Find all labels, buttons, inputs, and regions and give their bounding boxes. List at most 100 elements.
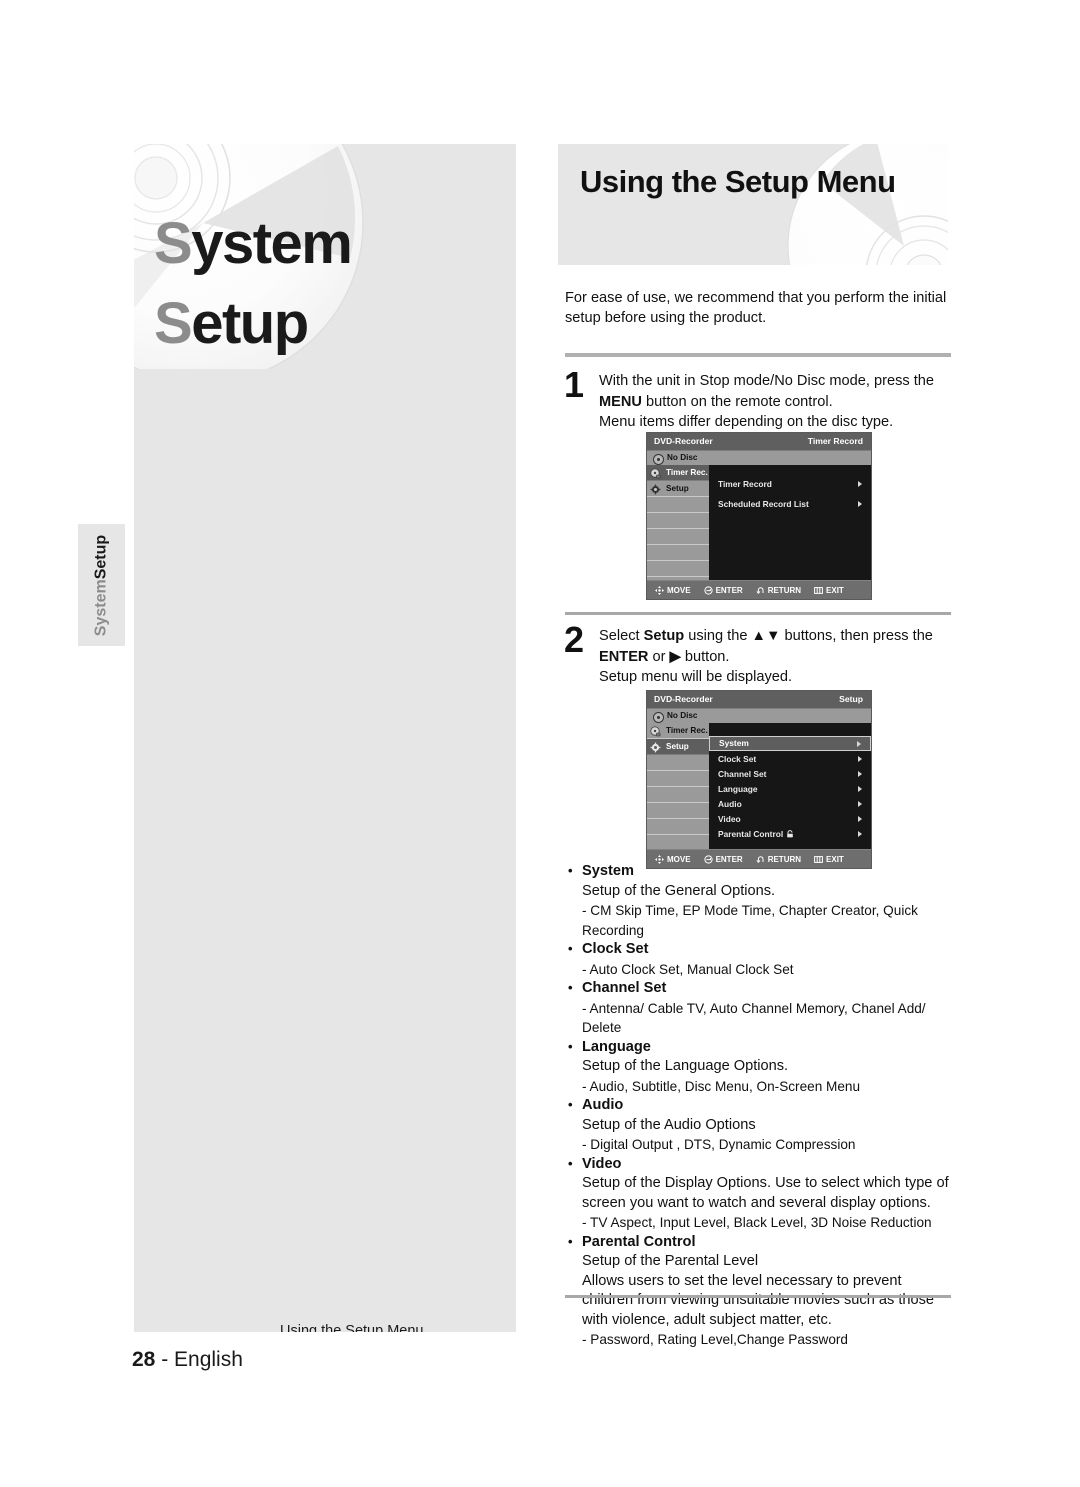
tv1-menu-list: Timer Record Scheduled Record List (709, 465, 871, 580)
step-1-line1-a: With the unit in Stop mode/No Disc mode,… (599, 373, 935, 389)
setup-option-sub-items: - CM Skip Time, EP Mode Time, Chapter Cr… (582, 903, 918, 938)
setup-option-title: Video (565, 1154, 951, 1175)
tv2-menu-item-video[interactable]: Video (709, 812, 871, 826)
step-1-number: 1 (564, 364, 585, 405)
tv2-menu-label: System (719, 738, 749, 748)
hint-move: MOVE (655, 585, 691, 595)
setup-option-video: VideoSetup of the Display Options. Use t… (565, 1154, 951, 1233)
tv2-sidebar-blank (647, 755, 709, 771)
tv2-disc-status-bar: No Disc (647, 708, 871, 723)
tv1-sidebar: Timer Rec. Setup (647, 465, 709, 580)
enter-icon (703, 585, 713, 595)
tv1-sidebar-item-timer-rec[interactable]: Timer Rec. (647, 465, 709, 481)
step-2-number: 2 (564, 619, 585, 660)
chevron-right-icon (857, 741, 861, 747)
tv1-sidebar-item-setup[interactable]: Setup (647, 481, 709, 497)
tv1-sidebar-blank (647, 561, 709, 577)
hint-move-label: MOVE (667, 585, 691, 595)
toc-entry[interactable]: Using the Setup Menu....................… (280, 1318, 516, 1332)
chevron-right-icon (858, 801, 862, 807)
setup-option-title: System (565, 861, 951, 882)
tv2-disc-status-label: No Disc (667, 711, 698, 720)
tv2-sidebar: Timer Rec. Setup (647, 723, 709, 849)
tv1-menu-item-timer-record[interactable]: Timer Record (709, 477, 871, 491)
tv2-menu-item-audio[interactable]: Audio (709, 797, 871, 811)
return-arrow-icon (756, 586, 765, 595)
tv1-sidebar-label: Timer Rec. (666, 468, 708, 477)
tv1-menu-item-scheduled-record-list[interactable]: Scheduled Record List (709, 497, 871, 511)
lock-icon (787, 830, 793, 838)
toc-entry-label: Using the Setup Menu (280, 1323, 424, 1332)
setup-option-title: Language (565, 1037, 951, 1058)
setup-option-description: Setup of the Parental Level (582, 1253, 759, 1269)
tv2-sidebar-blank (647, 819, 709, 835)
tv2-menu-label: Channel Set (718, 769, 767, 779)
disc-icon (653, 712, 664, 723)
chevron-right-icon (858, 816, 862, 822)
chevron-right-icon (858, 786, 862, 792)
tv2-sidebar-blank (647, 771, 709, 787)
chevron-right-icon (858, 501, 862, 507)
step-1-text: With the unit in Stop mode/No Disc mode,… (599, 371, 948, 433)
setup-option-title: Channel Set (565, 978, 951, 999)
tv2-menu-item-language[interactable]: Language (709, 782, 871, 796)
hint-return: RETURN (756, 586, 801, 595)
chevron-right-icon (858, 481, 862, 487)
right-arrow-icon: ▶ (669, 648, 681, 665)
step-2-line1-g: or (648, 648, 670, 665)
tv-screen-setup-menu: DVD-Recorder Setup No Disc Timer Rec. Se… (646, 690, 872, 869)
setup-option-sub-items: - TV Aspect, Input Level, Black Level, 3… (582, 1215, 932, 1230)
tv2-menu-list: System Clock Set Channel Set Language Audio V… (709, 723, 871, 849)
tv2-sidebar-label: Timer Rec. (666, 726, 708, 735)
tv2-brand-label: DVD-Recorder (654, 694, 713, 704)
tv1-sidebar-blank (647, 545, 709, 561)
setup-option-description: Setup of the Audio Options (582, 1116, 756, 1133)
footer-dash: - (155, 1348, 175, 1371)
tv2-menu-item-parental-control[interactable]: Parental Control (709, 827, 871, 841)
setup-option-sub-items: - Password, Rating Level,Change Password (582, 1332, 848, 1347)
tv1-disc-status-label: No Disc (667, 453, 698, 462)
table-of-contents: Using the Setup Menu....................… (280, 1318, 516, 1332)
tv1-mode-label: Timer Record (807, 436, 863, 446)
tv1-sidebar-blank (647, 529, 709, 545)
tv2-sidebar-item-timer-rec[interactable]: Timer Rec. (647, 723, 709, 739)
tv-screen-timer-record: DVD-Recorder Timer Record No Disc Timer … (646, 432, 872, 600)
tv1-disc-status-bar: No Disc (647, 450, 871, 465)
setup-option-description: Setup of the General Options. (582, 882, 776, 899)
tv2-menu-item-clock-set[interactable]: Clock Set (709, 752, 871, 766)
setup-option-description: Allows users to set the level necessary … (582, 1272, 935, 1328)
page-footer: 28 - English (132, 1348, 243, 1372)
tv2-menu-label: Audio (718, 799, 742, 809)
step-2-line1-c: using the (684, 628, 752, 644)
side-tab-accent: System (92, 579, 109, 637)
tv2-sidebar-item-setup[interactable]: Setup (647, 739, 709, 755)
hint-return-label: RETURN (767, 585, 802, 595)
step-2-setup-keyword: Setup (643, 628, 685, 644)
tv2-menu-item-system[interactable]: System (709, 736, 871, 751)
tv2-menu-item-channel-set[interactable]: Channel Set (709, 767, 871, 781)
setup-option-title: Clock Set (565, 939, 951, 960)
side-tab-rest: Setup (92, 534, 109, 580)
step-2-line1-e: buttons, then press the (780, 628, 933, 644)
setup-option-sub-items: - Auto Clock Set, Manual Clock Set (582, 961, 794, 977)
left-column: System Setup Using the Setup Menu.......… (134, 144, 516, 1332)
tv2-body: Timer Rec. Setup System Clock Set Channel … (647, 723, 871, 849)
chevron-right-icon (858, 756, 862, 762)
tv1-sidebar-blank (647, 497, 709, 513)
chapter-side-tab-label: System Setup (78, 525, 125, 647)
tv1-menu-label: Timer Record (718, 479, 772, 489)
tv1-titlebar: DVD-Recorder Timer Record (647, 433, 871, 450)
tv1-menu-label: Scheduled Record List (718, 499, 809, 509)
chapter-title: System Setup (154, 204, 514, 364)
tv2-titlebar: DVD-Recorder Setup (647, 691, 871, 708)
timer-record-icon (650, 468, 661, 479)
updown-arrows-icon: ▲▼ (751, 628, 781, 644)
chapter-hero: System Setup (134, 144, 516, 369)
dpad-icon (655, 585, 664, 595)
step-1-line1-c: button on the remote control. (641, 393, 833, 410)
gear-icon (650, 484, 661, 495)
chevron-right-icon (858, 831, 862, 837)
setup-options-list: SystemSetup of the General Options. - CM … (565, 861, 951, 1350)
setup-option-audio: AudioSetup of the Audio Options - Digital… (565, 1095, 951, 1155)
tv2-sidebar-blank (647, 803, 709, 819)
